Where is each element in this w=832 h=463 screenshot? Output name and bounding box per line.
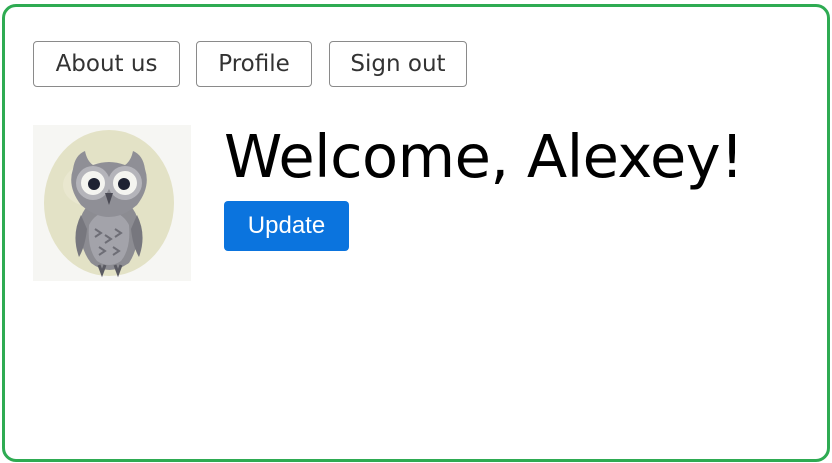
sign-out-button[interactable]: Sign out <box>329 41 467 87</box>
avatar <box>33 125 191 281</box>
about-us-button[interactable]: About us <box>33 41 180 87</box>
update-button[interactable]: Update <box>224 201 349 251</box>
welcome-heading: Welcome, Alexey! <box>224 122 744 191</box>
app-frame: About us Profile Sign out Welcome, Alexe… <box>2 4 830 462</box>
owl-avatar-icon <box>44 130 174 278</box>
profile-button[interactable]: Profile <box>196 41 312 87</box>
